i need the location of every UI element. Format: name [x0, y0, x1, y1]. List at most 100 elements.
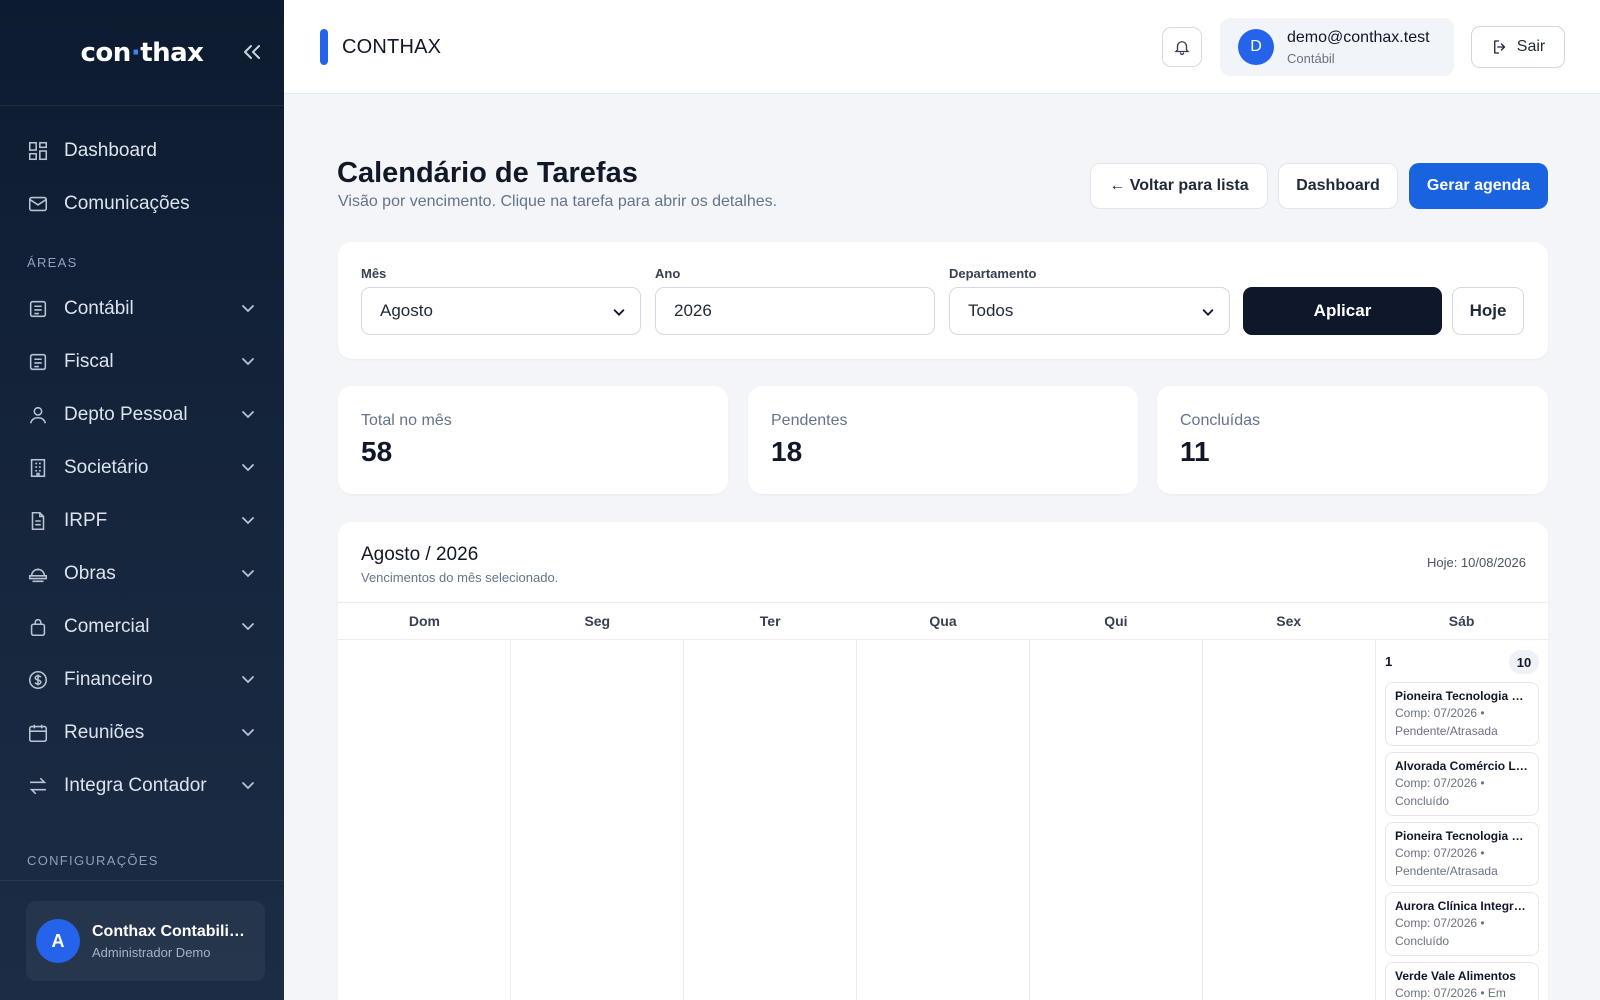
- sidebar-item-financeiro[interactable]: Financeiro: [0, 653, 284, 706]
- generate-agenda-button[interactable]: Gerar agenda: [1409, 163, 1548, 209]
- logo[interactable]: con·thax: [81, 38, 204, 68]
- sidebar-item-label: Comercial: [64, 615, 150, 637]
- sidebar-nav: Dashboard Comunicações ÁREAS Contábil Fi…: [0, 106, 284, 812]
- task-list: Pioneira Tecnologia Ltda Comp: 07/2026 •…: [1385, 682, 1539, 1000]
- avatar: A: [36, 919, 80, 963]
- task-company: Aurora Clínica Integrada: [1395, 899, 1530, 913]
- sidebar-item-comunicacoes[interactable]: Comunicações: [0, 177, 284, 230]
- sidebar-user-card[interactable]: A Conthax Contabilidade Administrador De…: [26, 901, 265, 981]
- mail-icon: [28, 196, 48, 211]
- sidebar-item-integra-contador[interactable]: Integra Contador: [0, 759, 284, 812]
- calendar-subtitle: Vencimentos do mês selecionado.: [361, 570, 559, 585]
- stat-label: Total no mês: [361, 412, 452, 429]
- department-select[interactable]: Todos: [949, 287, 1230, 335]
- today-button[interactable]: Hoje: [1452, 287, 1524, 335]
- sidebar-item-label: Societário: [64, 456, 149, 478]
- task-meta: Comp: 07/2026 • Pendente/Atrasada: [1395, 706, 1498, 738]
- sidebar-item-depto-pessoal[interactable]: Depto Pessoal: [0, 388, 284, 441]
- building-icon: [30, 458, 46, 477]
- apply-button[interactable]: Aplicar: [1243, 287, 1442, 335]
- day-cell: 1 10 Pioneira Tecnologia Ltda Comp: 07/2…: [1376, 640, 1548, 1000]
- sidebar-item-label: Comunicações: [64, 192, 190, 214]
- sidebar-item-label: IRPF: [64, 509, 108, 531]
- user-role: Administrador Demo: [92, 944, 211, 960]
- sidebar-item-societario[interactable]: Societário: [0, 441, 284, 494]
- sidebar-item-label: Fiscal: [64, 350, 114, 372]
- receipt-icon: [29, 353, 47, 370]
- back-to-list-button[interactable]: ← Voltar para lista: [1090, 163, 1268, 209]
- collapse-sidebar-icon[interactable]: [240, 40, 264, 64]
- sidebar-item-label: Depto Pessoal: [64, 403, 188, 425]
- stat-value: 11: [1180, 436, 1210, 467]
- day-cell-empty: [857, 640, 1030, 1000]
- task-company: Alvorada Comércio Ltda: [1395, 759, 1530, 773]
- dashboard-icon: [28, 141, 48, 160]
- year-input[interactable]: 2026: [655, 287, 935, 335]
- task-company: Verde Vale Alimentos: [1395, 969, 1516, 983]
- chevron-down-icon: [613, 309, 625, 316]
- sidebar-item-reunioes[interactable]: Reuniões: [0, 706, 284, 759]
- bell-icon: [1174, 41, 1190, 56]
- day-cell-empty: [338, 640, 511, 1000]
- sidebar-item-label: Integra Contador: [64, 774, 207, 796]
- ledger-icon: [29, 300, 47, 317]
- month-label: Mês: [361, 266, 387, 281]
- sidebar-item-label: Obras: [64, 562, 116, 584]
- chevron-down-icon: [242, 782, 254, 790]
- task-card[interactable]: Pioneira Tecnologia Ltda Comp: 07/2026 •…: [1385, 822, 1539, 886]
- month-select[interactable]: Agosto: [361, 287, 641, 335]
- task-meta: Comp: 07/2026 • Pendente/Atrasada: [1395, 846, 1498, 878]
- task-card[interactable]: Verde Vale Alimentos Comp: 07/2026 • Em …: [1385, 962, 1539, 1000]
- sidebar-item-comercial[interactable]: Comercial: [0, 600, 284, 653]
- weekday-label: Sáb: [1448, 613, 1475, 629]
- section-title-areas: ÁREAS: [27, 254, 78, 270]
- task-company: Pioneira Tecnologia Ltda: [1395, 689, 1530, 703]
- task-meta: Comp: 07/2026 • Concluído: [1395, 776, 1485, 808]
- stat-card-total: Total no mês 58: [338, 386, 728, 494]
- calendar-today: Hoje: 10/08/2026: [1426, 555, 1526, 570]
- section-title-configuracoes: CONFIGURAÇÕES: [27, 852, 159, 868]
- task-meta: Comp: 07/2026 • Concluído: [1395, 916, 1485, 948]
- weekday-row: Dom Seg Ter Qua Qui Sex Sáb: [338, 603, 1548, 640]
- user-name: Conthax Contabilidade: [92, 922, 252, 940]
- sidebar-item-label: Reuniões: [64, 721, 145, 743]
- chevron-down-icon: [242, 517, 254, 525]
- page-title: Calendário de Tarefas: [337, 157, 638, 189]
- task-card[interactable]: Alvorada Comércio Ltda Comp: 07/2026 • C…: [1385, 752, 1539, 816]
- chevron-down-icon: [242, 623, 254, 631]
- weekday-label: Seg: [584, 613, 611, 629]
- chevron-down-icon: [242, 464, 254, 472]
- sidebar-item-fiscal[interactable]: Fiscal: [0, 335, 284, 388]
- sync-arrows-icon: [29, 777, 47, 794]
- task-card[interactable]: Aurora Clínica Integrada Comp: 07/2026 •…: [1385, 892, 1539, 956]
- construction-icon: [28, 568, 48, 582]
- day-cell-empty: [511, 640, 684, 1000]
- dashboard-button[interactable]: Dashboard: [1278, 163, 1398, 209]
- chevron-down-icon: [242, 358, 254, 366]
- task-count-badge: 10: [1509, 650, 1539, 674]
- sidebar-item-obras[interactable]: Obras: [0, 547, 284, 600]
- chevron-down-icon: [242, 570, 254, 578]
- bag-icon: [30, 618, 46, 636]
- sidebar-item-dashboard[interactable]: Dashboard: [0, 124, 284, 177]
- weekday-label: Dom: [408, 613, 440, 629]
- task-card[interactable]: Pioneira Tecnologia Ltda Comp: 07/2026 •…: [1385, 682, 1539, 746]
- document-icon: [31, 511, 45, 530]
- chevron-down-icon: [242, 305, 254, 313]
- calendar: Agosto / 2026 Vencimentos do mês selecio…: [338, 522, 1548, 1000]
- calendar-header: Agosto / 2026 Vencimentos do mês selecio…: [338, 522, 1548, 603]
- task-company: Pioneira Tecnologia Ltda: [1395, 829, 1530, 843]
- account-menu[interactable]: D demo@conthax.test Contábil: [1220, 18, 1454, 76]
- brand-accent: [320, 29, 328, 65]
- notifications-button[interactable]: [1162, 27, 1202, 67]
- brand-name: CONTHAX: [342, 36, 442, 58]
- filters-panel: Mês Agosto Ano 2026 Departamento Todos A…: [338, 242, 1548, 359]
- sidebar-item-irpf[interactable]: IRPF: [0, 494, 284, 547]
- user-icon: [29, 406, 47, 423]
- logout-button[interactable]: Sair: [1471, 26, 1565, 68]
- sidebar-item-contabil[interactable]: Contábil: [0, 282, 284, 335]
- month-select-value: Agosto: [380, 301, 433, 320]
- sidebar-item-label: Dashboard: [64, 139, 157, 161]
- weekday-label: Qua: [929, 613, 957, 629]
- day-cell-empty: [1203, 640, 1376, 1000]
